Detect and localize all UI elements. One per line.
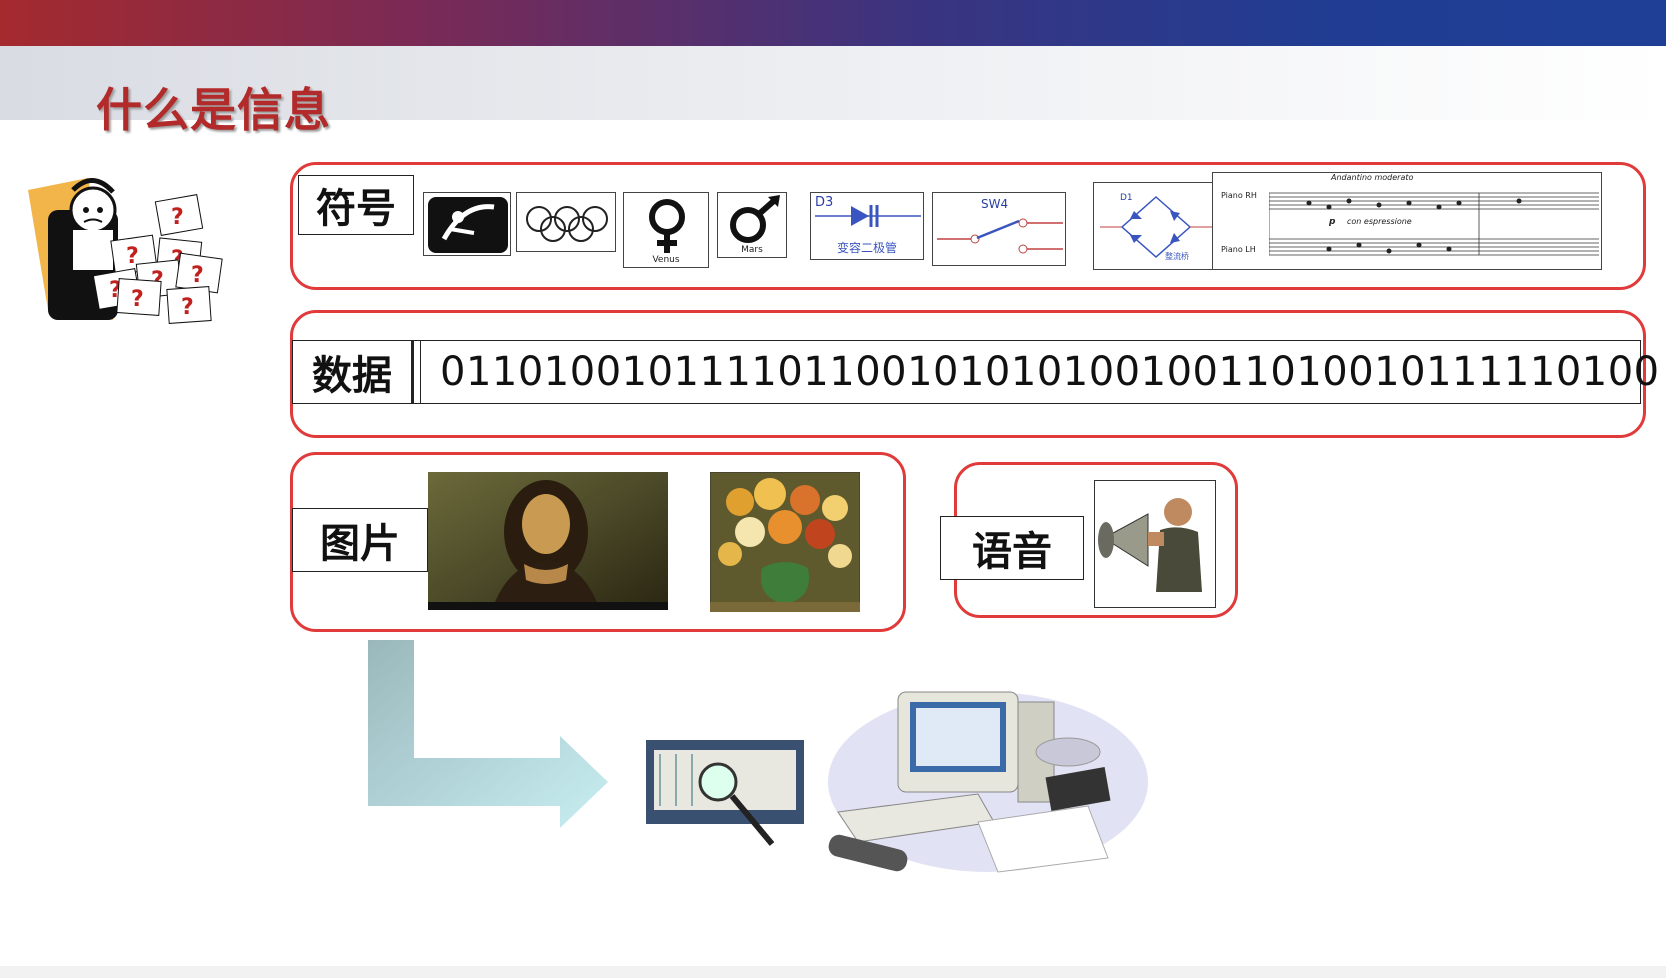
diode-symbol-tile: D3 变容二极管: [810, 192, 924, 260]
megaphone-speaker-image: [1094, 480, 1216, 608]
varactor-diode-icon: [815, 205, 921, 227]
mars-caption: Mars: [741, 245, 763, 255]
svg-text:?: ?: [171, 205, 184, 230]
footer-band: [0, 966, 1666, 978]
mars-symbol-tile: Mars: [717, 192, 787, 258]
flow-arrow-icon: [368, 640, 608, 828]
data-label: 数据: [292, 340, 414, 404]
bridge-rectifier-tile: D1 整流桥: [1093, 182, 1217, 270]
music-staff-lh: Piano LH: [1221, 245, 1256, 254]
music-staff-rh: Piano RH: [1221, 191, 1257, 200]
header-bar: [0, 0, 1666, 46]
symbols-label: 符号: [298, 175, 414, 235]
svg-text:?: ?: [191, 263, 204, 288]
music-tempo: Andantino moderato: [1331, 173, 1414, 182]
bridge-caption: 整流桥: [1165, 252, 1189, 261]
svg-text:?: ?: [131, 287, 144, 312]
sports-pictogram-tile: [423, 192, 511, 256]
voice-label: 语音: [940, 516, 1084, 580]
switch-tag: SW4: [981, 197, 1009, 211]
diode-caption: 变容二极管: [836, 241, 897, 255]
switch-icon: [937, 218, 1063, 254]
music-staff-icon: [1269, 192, 1599, 256]
binary-data: 0110100101111011001010101001001101001011…: [440, 349, 1666, 395]
olympic-rings-tile: [516, 192, 616, 252]
switch-symbol-tile: SW4: [932, 192, 1066, 266]
venus-symbol-tile: Venus: [623, 192, 709, 268]
confused-man-illustration: ? ? ? ? ? ? ? ?: [28, 178, 223, 324]
venus-icon: [649, 199, 685, 253]
mona-lisa-painting: [428, 472, 668, 610]
mars-icon: [730, 195, 780, 243]
sheet-music-tile: Andantino moderato Piano RH Piano LH p c…: [1212, 172, 1602, 270]
slide-title: 什么是信息: [96, 83, 331, 137]
data-divider: [420, 340, 431, 404]
flower-still-life-painting: [710, 472, 860, 612]
file-cabinet-image: [646, 740, 804, 846]
computer-setup-image: [828, 691, 1148, 873]
venus-caption: Venus: [652, 255, 680, 265]
picture-label: 图片: [292, 508, 428, 572]
olympic-rings-icon: [526, 206, 608, 242]
sports-pictogram-icon: [428, 197, 508, 253]
svg-text:?: ?: [181, 295, 194, 320]
